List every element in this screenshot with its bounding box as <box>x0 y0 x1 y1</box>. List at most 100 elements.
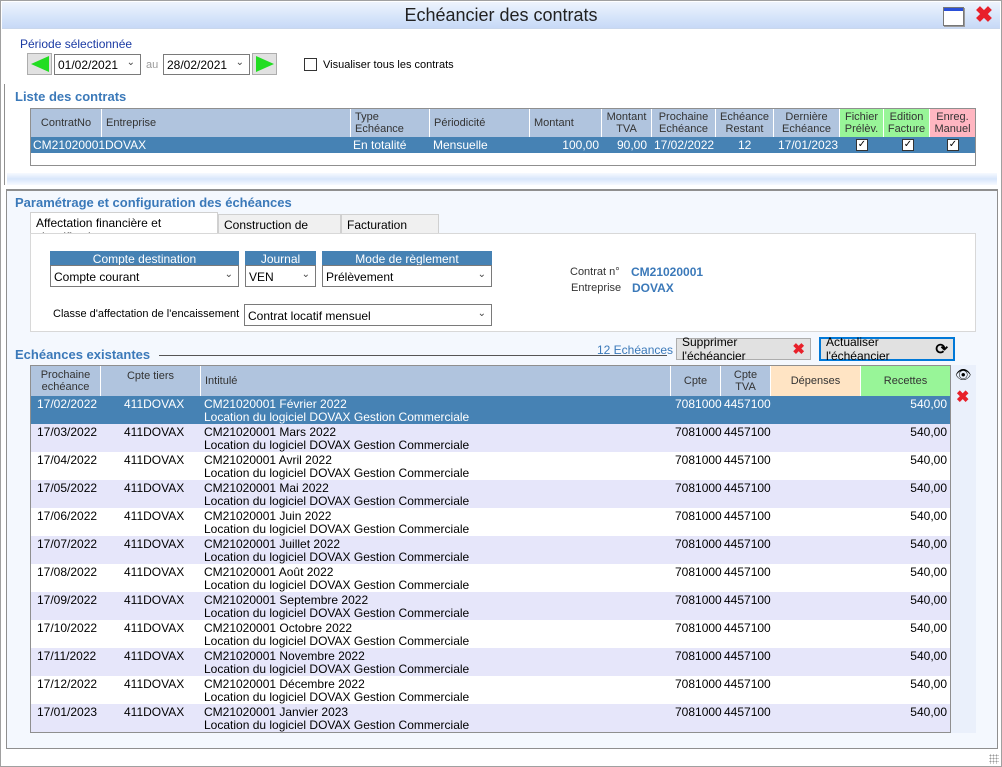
echeance-cpte: 7081000 <box>675 677 722 691</box>
tab-construction-intitule[interactable]: Construction de l'intitulé <box>218 214 341 246</box>
echeance-cpte-tva: 4457100 <box>724 705 771 719</box>
col-header-type-echeance[interactable]: Type Echéance <box>351 109 430 137</box>
mode-reglement-select[interactable]: Prélèvement ⌄ <box>322 265 492 287</box>
col-header-intitule[interactable]: Intitulé <box>201 366 671 396</box>
col-header-edition-facture[interactable]: Edition Facture <box>884 109 930 137</box>
col-header-entreprise[interactable]: Entreprise <box>102 109 351 137</box>
echeance-recettes: 540,00 <box>910 593 947 607</box>
echeance-recettes: 540,00 <box>910 621 947 635</box>
echeance-detail: Location du logiciel DOVAX Gestion Comme… <box>204 438 470 452</box>
echeance-cpte-tva: 4457100 <box>724 677 771 691</box>
delete-icon[interactable]: ✖ <box>956 387 969 407</box>
window-restore-icon[interactable] <box>943 7 964 26</box>
title-bar: Echéancier des contrats ✖ <box>2 2 1000 29</box>
echeance-cpte-tva: 4457100 <box>724 649 771 663</box>
echeance-row[interactable]: 17/06/2022 411DOVAX CM21020001 Juin 2022 Lo… <box>31 508 950 536</box>
delete-schedule-button[interactable]: Supprimer l'échéancier ✖ <box>676 335 811 363</box>
echeance-row[interactable]: 17/02/2022 411DOVAX CM21020001 Février 202… <box>31 396 950 424</box>
col-header-cpte-tiers[interactable]: Cpte tiers <box>101 366 201 396</box>
echeance-cpte-tva: 4457100 <box>724 621 771 635</box>
col-header-montant-tva[interactable]: Montant TVA <box>602 109 652 137</box>
echeances-count-link[interactable]: 12 Echéances <box>597 343 673 357</box>
show-all-contracts-checkbox[interactable] <box>304 58 317 71</box>
col-header-recettes[interactable]: Recettes <box>861 366 950 396</box>
echeance-cpte-tiers: 411DOVAX <box>124 677 185 691</box>
echeance-cpte-tiers: 411DOVAX <box>124 453 185 467</box>
col-header-contratno[interactable]: ContratNo <box>31 109 102 137</box>
tab-affectation[interactable]: Affectation financière et classification <box>30 212 218 244</box>
echeance-row[interactable]: 17/10/2022 411DOVAX CM21020001 Octobre 202… <box>31 620 950 648</box>
close-icon[interactable]: ✖ <box>973 4 995 26</box>
previous-period-button[interactable] <box>27 53 52 75</box>
echeance-row[interactable]: 17/07/2022 411DOVAX CM21020001 Juillet 202… <box>31 536 950 564</box>
echeance-row[interactable]: 17/01/2023 411DOVAX CM21020001 Janvier 202… <box>31 704 950 732</box>
col-header-depenses[interactable]: Dépenses <box>771 366 861 396</box>
col-header-cpte[interactable]: Cpte <box>671 366 721 396</box>
echeance-cpte: 7081000 <box>675 621 722 635</box>
col-header-fichier-prelev[interactable]: Fichier Prélèv. <box>840 109 884 137</box>
journal-select[interactable]: VEN ⌄ <box>245 265 316 287</box>
echeance-cpte-tiers: 411DOVAX <box>124 425 185 439</box>
contrat-no-value: CM21020001 <box>631 265 704 279</box>
col-header-enreg-manuel[interactable]: Enreg. Manuel <box>930 109 975 137</box>
echeance-intitule: CM21020001 Décembre 2022 <box>204 677 365 691</box>
col-header-derniere-echeance[interactable]: Dernière Echéance <box>774 109 840 137</box>
echeance-cpte: 7081000 <box>675 425 722 439</box>
echeance-row[interactable]: 17/04/2022 411DOVAX CM21020001 Avril 2022 L… <box>31 452 950 480</box>
col-header-echeance-restant[interactable]: Echéance Restant <box>716 109 774 137</box>
contract-type-echeance: En totalité <box>353 138 407 152</box>
date-to-picker[interactable]: 28/02/2021 ⌄ <box>163 54 250 75</box>
echeance-recettes: 540,00 <box>910 537 947 551</box>
echeance-detail: Location du logiciel DOVAX Gestion Comme… <box>204 550 470 564</box>
echeance-row[interactable]: 17/11/2022 411DOVAX CM21020001 Novembre 20… <box>31 648 950 676</box>
echeance-detail: Location du logiciel DOVAX Gestion Comme… <box>204 606 470 620</box>
classe-affectation-select[interactable]: Contrat locatif mensuel ⌄ <box>244 304 492 326</box>
refresh-schedule-button[interactable]: Actualiser l'échéancier ⟳ <box>819 335 955 363</box>
echeance-row[interactable]: 17/03/2022 411DOVAX CM21020001 Mars 2022 Lo… <box>31 424 950 452</box>
col-header-prochaine-echeance[interactable]: Prochaine Echéance <box>652 109 716 137</box>
col-header-montant[interactable]: Montant <box>530 109 602 137</box>
next-period-button[interactable] <box>252 53 277 75</box>
echeance-row[interactable]: 17/09/2022 411DOVAX CM21020001 Septembre 2… <box>31 592 950 620</box>
echeance-intitule: CM21020001 Août 2022 <box>204 565 334 579</box>
echeance-cpte: 7081000 <box>675 481 722 495</box>
echeance-recettes: 540,00 <box>910 397 947 411</box>
fichier-prelev-checkbox[interactable]: ✓ <box>856 139 868 151</box>
echeance-row[interactable]: 17/12/2022 411DOVAX CM21020001 Décembre 20… <box>31 676 950 704</box>
echeance-intitule: CM21020001 Avril 2022 <box>204 453 332 467</box>
echeance-cpte-tva: 4457100 <box>724 453 771 467</box>
tab-facturation-horaire[interactable]: Facturation horaire <box>341 214 439 246</box>
entreprise-value: DOVAX <box>632 281 674 295</box>
window-title: Echéancier des contrats <box>404 5 598 25</box>
col-header-periodicite[interactable]: Périodicité <box>430 109 530 137</box>
compte-destination-select[interactable]: Compte courant ⌄ <box>50 265 239 287</box>
echeance-row[interactable]: 17/05/2022 411DOVAX CM21020001 Mai 2022 Loc… <box>31 480 950 508</box>
date-from-value: 01/02/2021 <box>58 58 119 72</box>
edition-facture-checkbox[interactable]: ✓ <box>902 139 914 151</box>
echeance-cpte-tva: 4457100 <box>724 537 771 551</box>
echeance-intitule: CM21020001 Juillet 2022 <box>204 537 341 551</box>
col-header-cpte-tva[interactable]: Cpte TVA <box>721 366 771 396</box>
contrat-no-label: Contrat n° <box>570 266 620 278</box>
echeance-detail: Location du logiciel DOVAX Gestion Comme… <box>204 690 470 704</box>
date-from-picker[interactable]: 01/02/2021 ⌄ <box>54 54 141 75</box>
echeance-date: 17/02/2022 <box>37 397 98 411</box>
echeance-intitule: CM21020001 Mai 2022 <box>204 481 329 495</box>
contract-prochaine-echeance: 17/02/2022 <box>654 138 715 152</box>
echeance-cpte: 7081000 <box>675 705 722 719</box>
contract-montant-tva: 90,00 <box>616 138 647 152</box>
col-header-prochaine-echeance[interactable]: Prochaine echéance <box>31 366 101 396</box>
echeance-intitule: CM21020001 Février 2022 <box>204 397 347 411</box>
eye-icon[interactable]: 👁 <box>955 367 972 383</box>
echeance-cpte-tva: 4457100 <box>724 509 771 523</box>
echeance-detail: Location du logiciel DOVAX Gestion Comme… <box>204 522 470 536</box>
echeance-row[interactable]: 17/08/2022 411DOVAX CM21020001 Août 2022 Lo… <box>31 564 950 592</box>
resize-grip[interactable] <box>989 754 999 764</box>
enreg-manuel-checkbox[interactable]: ✓ <box>947 139 959 151</box>
echeance-detail: Location du logiciel DOVAX Gestion Comme… <box>204 634 470 648</box>
echeance-detail: Location du logiciel DOVAX Gestion Comme… <box>204 494 470 508</box>
contract-row[interactable]: CM21020001 DOVAX En totalité Mensuelle 1… <box>31 137 975 153</box>
echeance-detail: Location du logiciel DOVAX Gestion Comme… <box>204 410 470 424</box>
echeance-date: 17/05/2022 <box>37 481 98 495</box>
echeance-recettes: 540,00 <box>910 453 947 467</box>
